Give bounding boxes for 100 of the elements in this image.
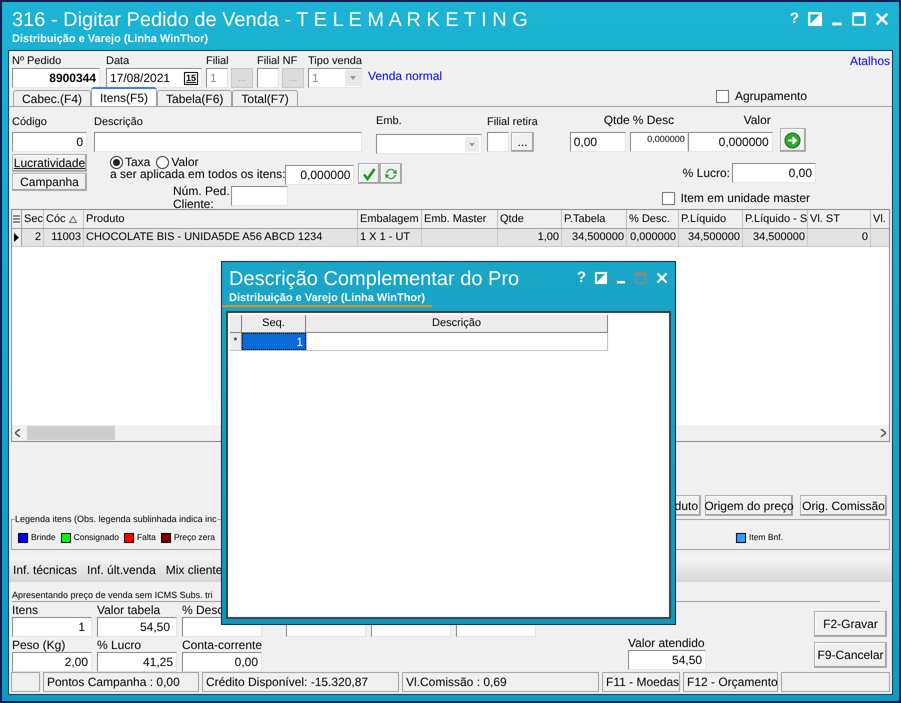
total-field[interactable]: 54,50 [97, 617, 177, 637]
action-button[interactable]: Origem do preço [705, 495, 793, 516]
quantity-field[interactable]: 0,00 [570, 132, 626, 152]
column-header[interactable]: Descrição [306, 315, 608, 332]
checkmark-icon [362, 166, 376, 180]
total-field[interactable]: 2,00 [12, 652, 92, 672]
discount-field[interactable]: 0,000000 [630, 132, 688, 152]
total-field[interactable]: 54,50 [628, 650, 706, 670]
sale-type-link[interactable]: Venda normal [368, 67, 442, 85]
status-cell: Vl.Comissão : 0,69 [402, 672, 599, 692]
legend-label: Brinde [31, 531, 56, 544]
scroll-thumb[interactable] [27, 426, 115, 440]
profit-field[interactable]: 0,00 [732, 163, 816, 183]
column-header[interactable]: P.Líquido [679, 210, 743, 228]
action-button[interactable]: F2-Gravar [814, 611, 887, 637]
legend-label: Item Bnf. [748, 531, 783, 544]
date-field[interactable]: 17/08/2021 15 [106, 68, 202, 88]
action-button[interactable]: Campanha [12, 173, 87, 191]
info-tab[interactable]: Mix cliente [166, 560, 222, 578]
order-number-field[interactable] [230, 186, 288, 206]
radio-button[interactable] [156, 156, 170, 169]
value-field[interactable]: 0,000000 [688, 132, 773, 152]
table-cell[interactable] [306, 333, 608, 350]
table-cell-text: 0 [862, 230, 868, 246]
code-field[interactable]: 0 [12, 132, 87, 152]
description-field[interactable] [94, 132, 362, 152]
action-button[interactable]: Orig. Comissão [800, 495, 887, 516]
tab[interactable]: Total(F7) [232, 90, 298, 106]
tab[interactable]: Cabec.(F4) [13, 90, 92, 106]
order-number-field[interactable]: 8900344 [12, 68, 100, 88]
status-cell [11, 672, 40, 692]
field-label: Valor tabela [97, 604, 162, 617]
column-header[interactable]: P.Líquido - S [743, 210, 808, 228]
column-header[interactable]: Emb. Master [422, 210, 498, 228]
table-cell-text: 11003 [51, 230, 81, 246]
column-header[interactable]: % Desc. [627, 210, 679, 228]
checkbox-label: Item em unidade master [680, 190, 810, 207]
sort-icon [68, 216, 77, 222]
input-field[interactable] [487, 132, 509, 152]
close-icon[interactable] [875, 12, 889, 26]
table-cell-text: 2 [34, 230, 41, 246]
field-label: Qtde [602, 114, 630, 127]
field-label: % Lucro: [682, 165, 730, 182]
table-cell-text: 34,500000 [753, 230, 805, 246]
radio-button[interactable] [110, 156, 123, 169]
rate-field[interactable]: 0,000000 [285, 165, 354, 185]
column-header[interactable]: Cóc [44, 210, 84, 228]
apply-label: a ser aplicada em todos os itens: [110, 166, 286, 183]
dialog-title: Descrição Complementar do Pro [229, 267, 520, 291]
field-label: Código [12, 116, 48, 129]
table-cell-text: 34,500000 [688, 230, 740, 246]
column-header[interactable]: Embalagem [358, 210, 422, 228]
action-button[interactable]: Lucratividade [12, 154, 87, 172]
column-header[interactable]: Vl. ST [808, 210, 871, 228]
refresh-button[interactable] [380, 163, 402, 184]
apply-button[interactable] [358, 163, 380, 184]
field-label: % Desc [632, 114, 676, 127]
table-cell-text: CHOCOLATE BIS - UNIDA5DE A56 ABCD 1234 [86, 230, 322, 246]
total-field[interactable]: 0,00 [182, 652, 262, 672]
restore-icon[interactable] [595, 272, 607, 284]
field-label: Data [106, 55, 130, 68]
field-label: Núm. Ped. [173, 185, 230, 198]
confirm-button[interactable] [780, 128, 806, 152]
checkbox[interactable] [716, 90, 729, 102]
scroll-left-icon[interactable] [15, 429, 21, 437]
column-header[interactable]: Sec [22, 210, 44, 228]
table-cell-text: 1 X 1 - UT [360, 230, 410, 246]
column-header[interactable]: Vl. [871, 210, 886, 228]
shortcuts-link[interactable]: Atalhos [850, 52, 890, 70]
restore-icon[interactable] [808, 12, 822, 26]
calendar-button[interactable]: 15 [184, 72, 198, 84]
radio-label: Taxa [125, 156, 150, 169]
total-field[interactable]: 41,25 [97, 652, 177, 672]
legend-label: Consignado [74, 531, 119, 544]
package-dropdown[interactable] [376, 134, 482, 154]
column-header[interactable]: P.Tabela [562, 210, 627, 228]
table-row[interactable]: 2 11003 CHOCOLATE BIS - UNIDA5DE A56 ABCD 1234 1 X 1 - UT 1,00 34,500000 0,000000 34,500000 34,500000 0 [12, 229, 889, 247]
field-label: Nº Pedido [12, 55, 62, 68]
field-label: Emb. [376, 115, 403, 128]
row-pointer-icon [14, 233, 19, 242]
checkbox[interactable] [662, 192, 675, 204]
field-label: Valor atendido [628, 637, 706, 650]
tab[interactable]: Itens(F5) [91, 87, 158, 106]
column-header[interactable]: Qtde [498, 210, 562, 228]
info-tab[interactable]: Inf. últ.venda [87, 560, 156, 578]
status-cell: F12 - Orçamento [683, 672, 778, 692]
table-cell[interactable]: 1 [242, 333, 306, 350]
info-tab[interactable]: Inf. técnicas [13, 560, 78, 578]
close-icon[interactable] [656, 272, 668, 284]
scroll-right-icon[interactable] [880, 429, 886, 437]
action-button[interactable]: F9-Cancelar [814, 642, 887, 668]
lookup-button[interactable]: ... [511, 132, 534, 152]
column-header[interactable]: Produto [84, 210, 358, 228]
arrow-right-icon [784, 132, 802, 148]
tab[interactable]: Tabela(F6) [157, 90, 232, 106]
column-header[interactable]: Seq. [242, 315, 306, 332]
field-label: Filial [206, 55, 230, 68]
dialog-subtitle: Distribuição e Varejo (Linha WinThor) [222, 291, 432, 307]
field-label: Descrição [94, 116, 144, 129]
total-field[interactable]: 1 [12, 617, 92, 637]
